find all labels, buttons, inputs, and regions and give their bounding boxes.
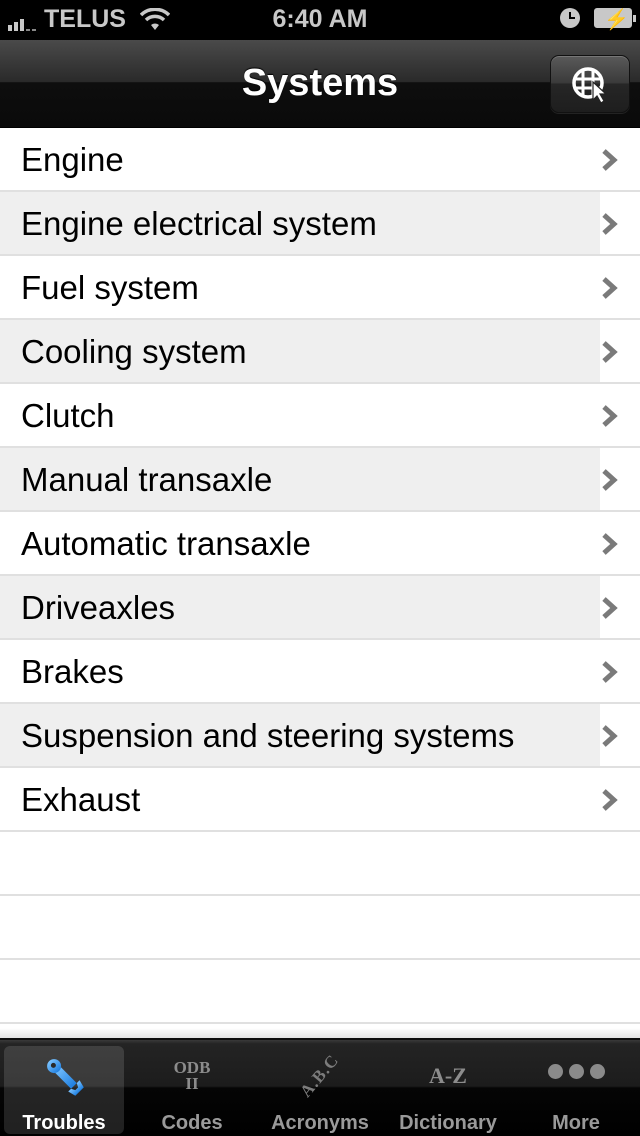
list-item-engine-electrical-system[interactable]: Engine electrical system (0, 192, 640, 256)
tab-acronyms[interactable]: A.B.C Acronyms (256, 1040, 384, 1136)
chevron-right-icon (602, 789, 618, 811)
list-item-fuel-system[interactable]: Fuel system (0, 256, 640, 320)
list-item-clutch[interactable]: Clutch (0, 384, 640, 448)
list-item-automatic-transaxle[interactable]: Automatic transaxle (0, 512, 640, 576)
list-item-label: Exhaust (21, 781, 141, 818)
list-item-driveaxles[interactable]: Driveaxles (0, 576, 640, 640)
tab-codes[interactable]: ODB II Codes (128, 1040, 256, 1136)
web-link-button[interactable] (550, 55, 630, 113)
alarm-clock-icon (560, 8, 580, 28)
navigation-bar: Systems (0, 40, 640, 128)
status-bar: TELUS 6:40 AM ⚡ (0, 0, 640, 40)
tab-label: Acronyms (271, 1112, 369, 1134)
tab-label: Troubles (22, 1112, 106, 1134)
list-item-manual-transaxle[interactable]: Manual transaxle (0, 448, 640, 512)
list-item-suspension-and-steering-systems[interactable]: Suspension and steering systems (0, 704, 640, 768)
chevron-right-icon (602, 469, 618, 491)
icon-text: A.B.C (296, 1050, 343, 1101)
list-item-label: Automatic transaxle (21, 525, 311, 562)
tab-label: More (552, 1112, 600, 1134)
wrench-icon (0, 1054, 128, 1098)
chevron-right-icon (602, 405, 618, 427)
list-item-label: Engine (21, 141, 124, 178)
tab-troubles[interactable]: Troubles (0, 1040, 128, 1136)
tab-label: Codes (161, 1112, 223, 1134)
list-item-exhaust[interactable]: Exhaust (0, 768, 640, 832)
icon-text: II (185, 1074, 199, 1093)
chevron-right-icon (602, 661, 618, 683)
list-item-label: Cooling system (21, 333, 247, 370)
list-item-label: Brakes (21, 653, 124, 690)
page-title: Systems (241, 62, 399, 104)
chevron-right-icon (602, 725, 618, 747)
chevron-right-icon (602, 277, 618, 299)
abc-icon: A.B.C (256, 1051, 384, 1101)
list-item-label: Manual transaxle (21, 461, 273, 498)
tab-more[interactable]: More (512, 1040, 640, 1136)
battery-charging-icon: ⚡ (594, 8, 636, 31)
odb-ii-icon: ODB II (128, 1054, 256, 1098)
list-item-label: Driveaxles (21, 589, 176, 626)
chevron-right-icon (602, 213, 618, 235)
tab-label: Dictionary (399, 1112, 497, 1134)
chevron-right-icon (602, 149, 618, 171)
chevron-right-icon (602, 597, 618, 619)
systems-list: Engine Engine electrical system Fuel sys… (0, 128, 640, 1024)
more-dots-icon (512, 1054, 640, 1098)
icon-text: A-Z (429, 1063, 467, 1088)
tab-bar: Troubles ODB II Codes A.B.C Acronyms A-Z … (0, 1028, 640, 1136)
list-item-brakes[interactable]: Brakes (0, 640, 640, 704)
status-time: 6:40 AM (272, 5, 368, 33)
list-item-label: Suspension and steering systems (21, 717, 515, 754)
list-item-label: Clutch (21, 397, 115, 434)
empty-row (0, 832, 640, 896)
chevron-right-icon (602, 341, 618, 363)
empty-row (0, 960, 640, 1024)
tab-dictionary[interactable]: A-Z Dictionary (384, 1040, 512, 1136)
list-item-engine[interactable]: Engine (0, 128, 640, 192)
a-z-icon: A-Z (384, 1054, 512, 1098)
list-item-label: Engine electrical system (21, 205, 377, 242)
list-item-label: Fuel system (21, 269, 199, 306)
chevron-right-icon (602, 533, 618, 555)
list-item-cooling-system[interactable]: Cooling system (0, 320, 640, 384)
empty-row (0, 896, 640, 960)
globe-cursor-icon (572, 67, 608, 104)
